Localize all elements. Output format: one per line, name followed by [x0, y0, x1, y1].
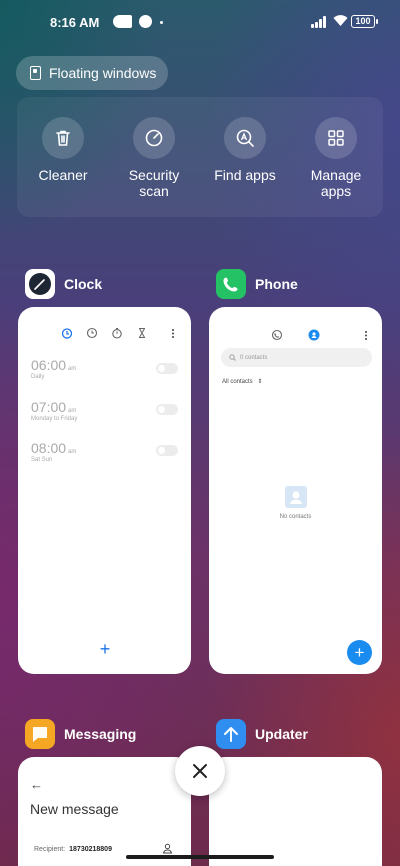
- more-options-icon[interactable]: [364, 330, 368, 341]
- back-arrow-icon[interactable]: ←: [30, 777, 43, 792]
- no-contacts-text: No contacts: [279, 514, 312, 520]
- recents-tab-icon[interactable]: [271, 329, 283, 341]
- signal-icon: [311, 16, 329, 28]
- recipient-value: 18730218809: [69, 846, 112, 853]
- alarm-ampm: am: [68, 449, 77, 455]
- alarm-time: 08:00: [31, 440, 67, 456]
- phone-app-name: Phone: [255, 276, 298, 292]
- timer-tab-icon[interactable]: [136, 327, 148, 339]
- alarm-time: 07:00: [31, 399, 67, 415]
- alarm-ampm: am: [68, 408, 77, 414]
- search-icon: [229, 354, 236, 361]
- wifi-icon: [333, 15, 348, 26]
- alarm-ampm: am: [68, 366, 77, 372]
- alarm-repeat: Sat Sun: [31, 457, 53, 463]
- alarm-repeat: Monday to Friday: [31, 416, 78, 422]
- clock-app-name: Clock: [64, 276, 103, 292]
- floating-windows-button[interactable]: Floating windows: [16, 56, 168, 90]
- status-time: 8:16 AM: [50, 15, 100, 30]
- messaging-app-icon: [25, 719, 55, 749]
- contacts-search-placeholder: 0 contacts: [240, 354, 268, 361]
- alarm-toggle[interactable]: [156, 404, 178, 415]
- manage-apps-label: Manage apps: [310, 167, 362, 199]
- search-a-icon: [224, 117, 266, 159]
- battery-indicator: 100: [351, 15, 378, 28]
- recipient-label: Recipient:: [34, 846, 66, 853]
- alarm-tab-icon[interactable]: [61, 327, 73, 339]
- home-indicator[interactable]: [126, 855, 274, 859]
- floating-window-icon: [30, 66, 41, 80]
- security-scan-label: Security scan: [128, 167, 180, 199]
- contacts-filter-label: All contacts: [222, 379, 253, 385]
- status-bar: 8:16 AM 100: [0, 0, 400, 44]
- chevron-updown-icon: ⇕: [257, 379, 263, 385]
- clock-app-card[interactable]: 06:00 am Daily 07:00 am Monday to Friday 0…: [18, 307, 191, 674]
- alarm-toggle[interactable]: [156, 363, 178, 374]
- alarm-time: 06:00: [31, 357, 67, 373]
- contact-placeholder-icon: [284, 486, 307, 508]
- clock-app-icon: [25, 269, 55, 299]
- close-icon: [193, 764, 207, 778]
- phone-app-card[interactable]: 0 contacts All contacts ⇕ No contacts +: [209, 307, 382, 674]
- find-apps-label: Find apps: [214, 167, 276, 183]
- cleaner-label: Cleaner: [38, 167, 88, 183]
- contact-picker-icon[interactable]: [162, 843, 173, 854]
- messaging-app-card[interactable]: ← New message Recipient: 18730218809: [18, 757, 191, 866]
- clock-tabs: [18, 327, 191, 341]
- clear-all-button[interactable]: [175, 746, 225, 796]
- trash-icon: [42, 117, 84, 159]
- empty-state: No contacts: [209, 486, 382, 520]
- recipient-field[interactable]: Recipient: 18730218809: [34, 846, 112, 853]
- security-scan-button[interactable]: Security scan: [114, 117, 194, 199]
- clock-app-header[interactable]: Clock: [25, 269, 102, 299]
- new-message-title: New message: [30, 801, 119, 817]
- contacts-tab-icon[interactable]: [308, 329, 320, 341]
- manage-apps-button[interactable]: Manage apps: [296, 117, 376, 199]
- more-notifications-icon: [160, 21, 163, 24]
- notification-square-icon: [119, 15, 132, 28]
- contacts-search-input[interactable]: 0 contacts: [221, 348, 372, 367]
- messaging-app-name: Messaging: [64, 726, 137, 742]
- phone-app-icon: [216, 269, 246, 299]
- speedometer-icon: [133, 117, 175, 159]
- alarm-repeat: Daily: [31, 374, 45, 380]
- alarm-toggle[interactable]: [156, 445, 178, 456]
- updater-app-header[interactable]: Updater: [216, 719, 308, 749]
- floating-windows-label: Floating windows: [49, 65, 157, 81]
- messaging-app-header[interactable]: Messaging: [25, 719, 136, 749]
- cleaner-button[interactable]: Cleaner: [23, 117, 103, 183]
- contacts-filter-dropdown[interactable]: All contacts ⇕: [222, 378, 262, 385]
- add-contact-button[interactable]: +: [347, 640, 372, 665]
- updater-app-card[interactable]: [209, 757, 382, 866]
- more-options-icon[interactable]: [171, 328, 175, 339]
- find-apps-button[interactable]: Find apps: [205, 117, 285, 183]
- stopwatch-tab-icon[interactable]: [111, 327, 123, 339]
- updater-app-icon: [216, 719, 246, 749]
- notification-app-icon: [139, 15, 152, 28]
- quick-tools-panel: Cleaner Security scan Find apps Manage a…: [17, 97, 383, 217]
- phone-app-header[interactable]: Phone: [216, 269, 298, 299]
- updater-app-name: Updater: [255, 726, 308, 742]
- grid-icon: [315, 117, 357, 159]
- add-alarm-button[interactable]: +: [94, 638, 116, 660]
- world-clock-tab-icon[interactable]: [86, 327, 98, 339]
